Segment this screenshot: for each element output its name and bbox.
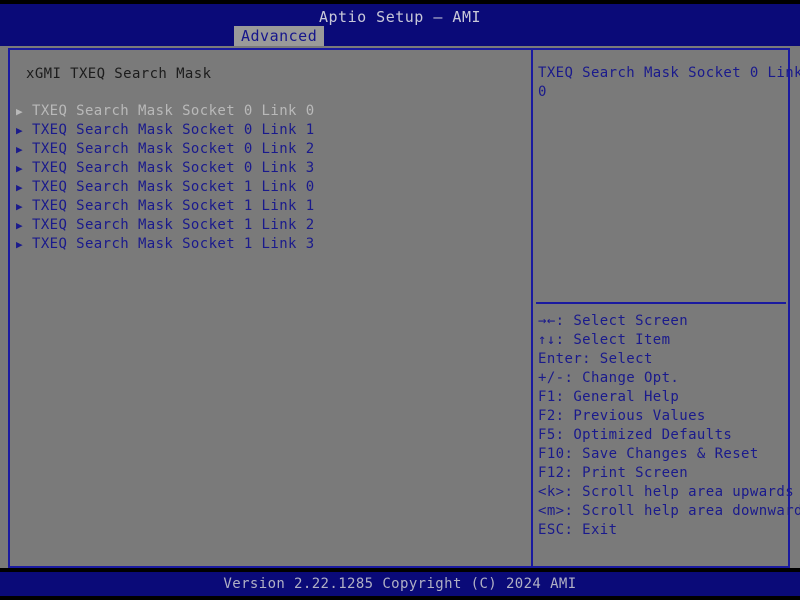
legend-previous-values: F2: Previous Values [538,408,706,424]
submenu-arrow-icon: ▶ [16,143,24,156]
legend-scroll-help-down: <m>: Scroll help area downwards [538,503,800,519]
legend-print-screen: F12: Print Screen [538,465,689,481]
bios-setup-screen: Aptio Setup – AMI Advanced xGMI TXEQ Sea… [0,0,800,600]
legend-change-opt: +/-: Change Opt. [538,370,680,386]
submenu-arrow-icon: ▶ [16,162,24,175]
menu-item-socket0-link3[interactable]: ▶ TXEQ Search Mask Socket 0 Link 3 [10,159,531,178]
menu-item-socket0-link2[interactable]: ▶ TXEQ Search Mask Socket 0 Link 2 [10,140,531,159]
title-bar: Aptio Setup – AMI Advanced [0,4,800,46]
menu-item-label: TXEQ Search Mask Socket 1 Link 2 [32,217,315,233]
version-copyright-text: Version 2.22.1285 Copyright (C) 2024 AMI [223,576,577,592]
legend-select-screen: →←: Select Screen [538,313,689,329]
legend-optimized-defaults: F5: Optimized Defaults [538,427,733,443]
legend-select-item: ↑↓: Select Item [538,332,671,348]
submenu-arrow-icon: ▶ [16,238,24,251]
menu-item-label: TXEQ Search Mask Socket 0 Link 1 [32,122,315,138]
submenu-arrow-icon: ▶ [16,105,24,118]
legend-general-help: F1: General Help [538,389,680,405]
submenu-arrow-icon: ▶ [16,219,24,232]
section-title: xGMI TXEQ Search Mask [26,66,212,82]
menu-item-label: TXEQ Search Mask Socket 1 Link 0 [32,179,315,195]
menu-item-label: TXEQ Search Mask Socket 1 Link 1 [32,198,315,214]
key-legend-list: →←: Select Screen ↑↓: Select Item Enter:… [538,312,800,540]
submenu-arrow-icon: ▶ [16,181,24,194]
help-description: TXEQ Search Mask Socket 0 Link 0 [538,64,800,102]
help-horizontal-divider [536,302,786,304]
bottom-black-strip [0,596,800,600]
footer-bar: Version 2.22.1285 Copyright (C) 2024 AMI [0,572,800,596]
menu-item-socket1-link0[interactable]: ▶ TXEQ Search Mask Socket 1 Link 0 [10,178,531,197]
menu-item-socket1-link1[interactable]: ▶ TXEQ Search Mask Socket 1 Link 1 [10,197,531,216]
menu-item-label: TXEQ Search Mask Socket 1 Link 3 [32,236,315,252]
legend-enter-select: Enter: Select [538,351,653,367]
menu-item-socket0-link0[interactable]: ▶ TXEQ Search Mask Socket 0 Link 0 [10,102,531,121]
menu-item-label: TXEQ Search Mask Socket 0 Link 2 [32,141,315,157]
submenu-arrow-icon: ▶ [16,200,24,213]
help-pane: TXEQ Search Mask Socket 0 Link 0 →←: Sel… [533,50,800,566]
tab-advanced[interactable]: Advanced [234,26,325,46]
settings-list-pane: xGMI TXEQ Search Mask ▶ TXEQ Search Mask… [10,50,531,566]
menu-item-socket0-link1[interactable]: ▶ TXEQ Search Mask Socket 0 Link 1 [10,121,531,140]
menu-item-label: TXEQ Search Mask Socket 0 Link 0 [32,103,315,119]
menu-item-socket1-link3[interactable]: ▶ TXEQ Search Mask Socket 1 Link 3 [10,235,531,254]
help-line: 0 [538,84,547,100]
help-line: TXEQ Search Mask Socket 0 Link [538,65,800,81]
menu-item-label: TXEQ Search Mask Socket 0 Link 3 [32,160,315,176]
page-title: Aptio Setup – AMI [318,8,482,26]
menu-item-socket1-link2[interactable]: ▶ TXEQ Search Mask Socket 1 Link 2 [10,216,531,235]
menu-tab-bar: Advanced [0,26,800,46]
legend-esc-exit: ESC: Exit [538,522,618,538]
submenu-arrow-icon: ▶ [16,124,24,137]
settings-menu-list: ▶ TXEQ Search Mask Socket 0 Link 0 ▶ TXE… [10,102,531,254]
legend-save-changes-reset: F10: Save Changes & Reset [538,446,759,462]
legend-scroll-help-up: <k>: Scroll help area upwards [538,484,795,500]
